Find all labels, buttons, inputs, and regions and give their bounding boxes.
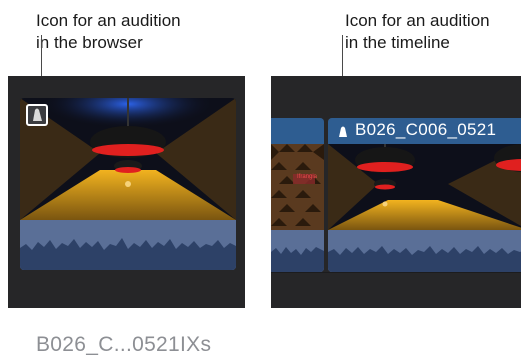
callout-timeline-line2: in the timeline — [345, 33, 450, 52]
callout-timeline-line1: Icon for an audition — [345, 11, 490, 30]
timeline-audition-clip[interactable]: B026_C006_0521 — [328, 118, 521, 272]
audio-waveform — [328, 230, 521, 272]
callout-browser-line2: in the browser — [36, 33, 143, 52]
clip-thumbnail — [328, 144, 521, 230]
clip-header — [271, 118, 324, 144]
browser-clip-name: B026_C...0521IXs — [36, 333, 212, 356]
timeline-divider — [271, 272, 521, 273]
clip-thumbnail — [271, 144, 324, 230]
browser-clip[interactable] — [20, 98, 236, 270]
callout-browser: Icon for an audition in the browser — [36, 10, 181, 54]
timeline-clip-previous[interactable]: Ifrangia — [271, 118, 324, 272]
audition-icon[interactable] — [26, 104, 48, 126]
browser-panel: B026_C...0521IXs — [8, 76, 245, 356]
callout-browser-line1: Icon for an audition — [36, 11, 181, 30]
neighbor-clip-label: Ifrangia — [297, 174, 318, 180]
audio-waveform — [271, 230, 324, 272]
timeline-panel: Ifrangia B026_C006_0521 — [271, 76, 521, 308]
callout-timeline: Icon for an audition in the timeline — [345, 10, 490, 54]
audio-waveform — [20, 220, 236, 270]
clip-header: B026_C006_0521 — [328, 118, 521, 144]
clip-thumbnail — [20, 98, 236, 220]
audition-icon[interactable] — [336, 125, 350, 139]
timeline-clip-title: B026_C006_0521 — [355, 120, 497, 139]
